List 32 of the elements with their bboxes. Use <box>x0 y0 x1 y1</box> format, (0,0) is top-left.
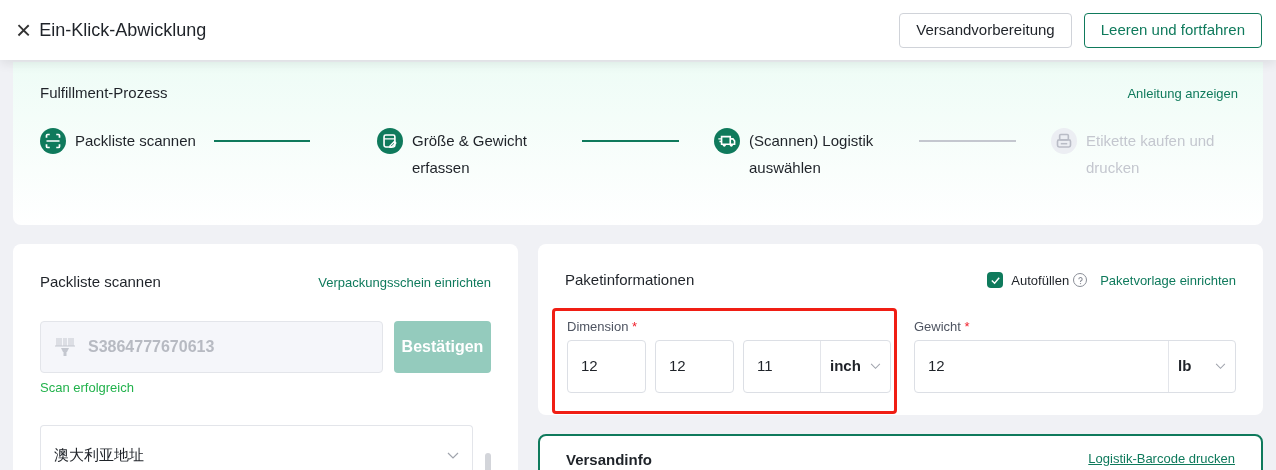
unit-select[interactable]: lb <box>1168 341 1235 392</box>
step-label: Packliste scannen <box>75 130 196 151</box>
step-label: Größe & Gewicht erfassen <box>412 130 529 178</box>
print-barcode-link[interactable]: Logistik-Barcode drucken <box>1088 449 1235 469</box>
dimension-field[interactable]: 12 <box>655 340 734 393</box>
field-label: Gewicht * <box>914 317 971 336</box>
dimension-field[interactable]: 11 <box>744 355 820 378</box>
weight-field[interactable]: 12 <box>915 355 1168 378</box>
status-message: Scan erfolgreich <box>40 378 135 397</box>
clear-button[interactable]: Leeren und fortfahren <box>1083 12 1262 48</box>
autofill-label: Autofüllen <box>1011 271 1070 290</box>
address-label: 澳大利亚地址 <box>54 445 144 467</box>
guide-link[interactable]: Anleitung anzeigen <box>1127 83 1238 103</box>
unit-value: lb <box>1178 356 1192 377</box>
scan-value: S3864777670613 <box>88 336 215 357</box>
required-mark: * <box>632 318 638 334</box>
unit-select[interactable]: inch <box>820 341 890 392</box>
step-label: (Scannen) Logistik auswählen <box>749 130 875 178</box>
required-mark: * <box>964 318 970 334</box>
section-title: Fulfillment-Prozess <box>40 83 168 103</box>
dimension-field[interactable]: 12 <box>567 340 646 393</box>
section-title: Paketinformationen <box>565 270 696 290</box>
setup-link[interactable]: Verpackungsschein einrichten <box>318 272 491 292</box>
close-icon[interactable]: × <box>16 17 32 43</box>
prepare-button[interactable]: Versandvorbereitung <box>899 12 1072 48</box>
field-label: Dimension * <box>567 317 639 336</box>
address-section[interactable]: 澳大利亚地址 <box>40 425 473 470</box>
window-title: Ein-Klick-Abwicklung <box>39 18 207 42</box>
unit-value: inch <box>830 356 861 377</box>
section-title: Packliste scannen <box>40 272 161 292</box>
section-title: Versandinfo <box>566 450 652 470</box>
template-link[interactable]: Paketvorlage einrichten <box>1100 270 1236 290</box>
